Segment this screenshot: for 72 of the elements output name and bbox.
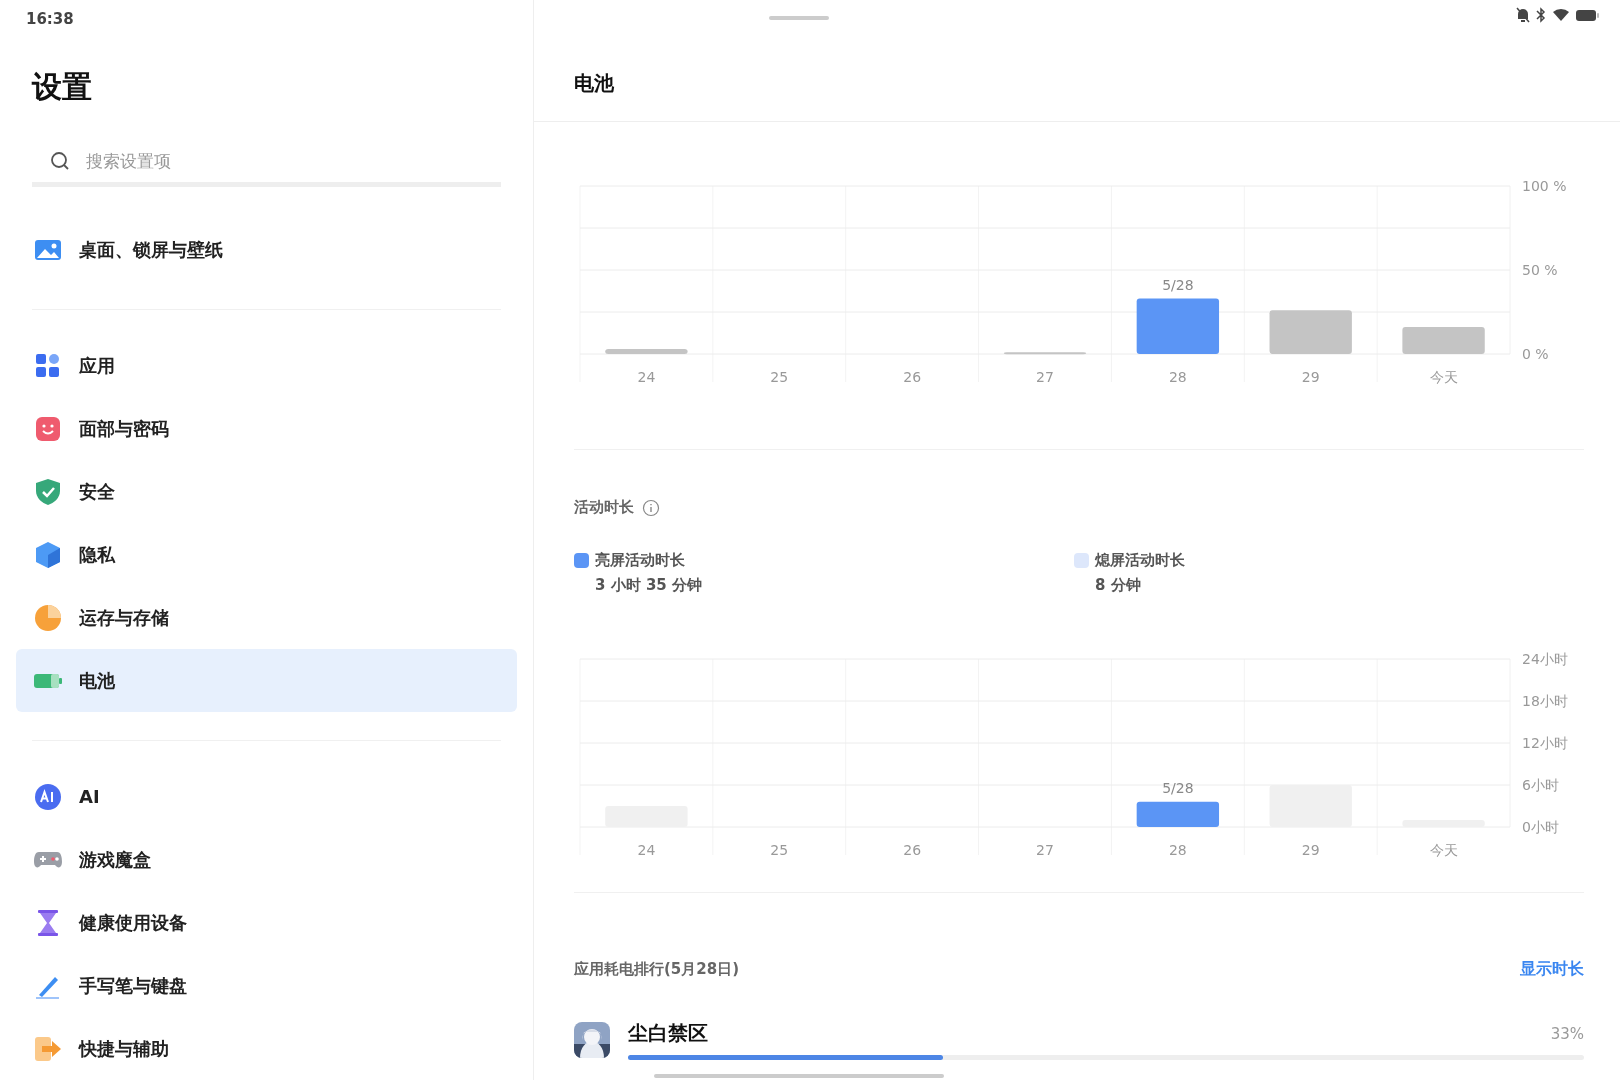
axis-label: 27 [1036, 369, 1054, 385]
axis-label: 29 [1301, 369, 1320, 385]
axis-label: 29 [1301, 842, 1320, 858]
page-title: 设置 [30, 68, 93, 106]
wifi-icon [1552, 8, 1570, 22]
cube-icon [35, 540, 61, 569]
axis-label: 50 % [1522, 262, 1558, 278]
sidebar-item[interactable]: AI [16, 765, 517, 828]
axis-label: 18小时 [1522, 693, 1568, 709]
axis-label: 100 % [1522, 178, 1567, 194]
sidebar-item[interactable]: 电池 [16, 649, 517, 712]
axis-label: 0 % [1522, 346, 1549, 362]
sidebar-item[interactable]: 运存与存储 [16, 586, 517, 649]
axis-label: 24 [637, 369, 656, 385]
search-icon [50, 151, 70, 171]
section-title: 应用耗电排行(5月28日) [574, 960, 740, 979]
sidebar-item[interactable]: 游戏魔盒 [16, 828, 517, 891]
sidebar-item[interactable]: 健康使用设备 [16, 891, 517, 954]
axis-label: 26 [903, 369, 922, 385]
chart-bar[interactable] [1003, 352, 1087, 355]
axis-label: 24 [637, 842, 656, 858]
bar-label: 5/28 [1162, 276, 1194, 293]
legend-label: 亮屏活动时长 [595, 551, 685, 570]
search-field[interactable]: 搜索设置项 [84, 150, 483, 172]
sidebar-item[interactable]: 应用 [16, 334, 517, 397]
chart-bar[interactable] [1136, 801, 1220, 827]
drag-handle[interactable] [769, 16, 829, 20]
axis-label: 24小时 [1522, 651, 1568, 667]
chart-bar[interactable] [1136, 298, 1220, 354]
smiley-icon [35, 415, 61, 442]
ai-icon [34, 782, 62, 811]
battery-icon [33, 671, 63, 690]
pie-chart-icon [34, 603, 62, 632]
picture-icon [34, 237, 62, 262]
sidebar-item[interactable]: 手写笔与键盘 [16, 954, 517, 1017]
battery-status-icon [1576, 8, 1600, 22]
hourglass-icon [36, 908, 60, 937]
axis-label: 今天 [1429, 842, 1458, 858]
status-time: 16:38 [25, 9, 75, 29]
bar-label: 5/28 [1162, 779, 1194, 796]
arrow-icon [34, 1035, 62, 1062]
panel-title: 电池 [534, 30, 1620, 122]
sidebar-item[interactable]: 快捷与辅助 [16, 1017, 517, 1080]
axis-label: 今天 [1429, 369, 1458, 385]
info-icon[interactable] [642, 498, 660, 517]
usage-percent: 33% [1550, 1024, 1584, 1043]
section-title: 活动时长 [574, 498, 634, 517]
sidebar-item[interactable]: 面部与密码 [16, 397, 517, 460]
toggle-link[interactable]: 显示时长 [1520, 959, 1584, 980]
chart-bar[interactable] [1402, 327, 1485, 354]
grid-icon [35, 352, 61, 379]
legend-label: 熄屏活动时长 [1095, 551, 1185, 570]
axis-label: 0小时 [1522, 819, 1559, 835]
axis-label: 12小时 [1522, 735, 1568, 751]
chart-bar[interactable] [605, 348, 688, 354]
axis-label: 25 [770, 369, 789, 385]
chart-bar[interactable] [1269, 310, 1352, 354]
axis-label: 28 [1168, 842, 1187, 858]
muted-bell-icon [1516, 7, 1530, 23]
axis-label: 28 [1168, 369, 1187, 385]
axis-label: 27 [1036, 842, 1054, 858]
shield-icon [35, 477, 61, 506]
axis-label: 25 [770, 842, 789, 858]
sidebar-item[interactable]: 隐私 [16, 523, 517, 586]
app-name: 尘白禁区 [628, 1020, 708, 1047]
axis-label: 6小时 [1522, 777, 1559, 793]
sidebar-item[interactable]: 桌面、锁屏与壁纸 [16, 218, 517, 281]
axis-label: 26 [903, 842, 922, 858]
legend-value: 8 分钟 [1094, 576, 1142, 595]
sidebar-item[interactable]: 安全 [16, 460, 517, 523]
legend-value: 3 小时 35 分钟 [594, 576, 703, 595]
bluetooth-icon [1536, 7, 1546, 23]
